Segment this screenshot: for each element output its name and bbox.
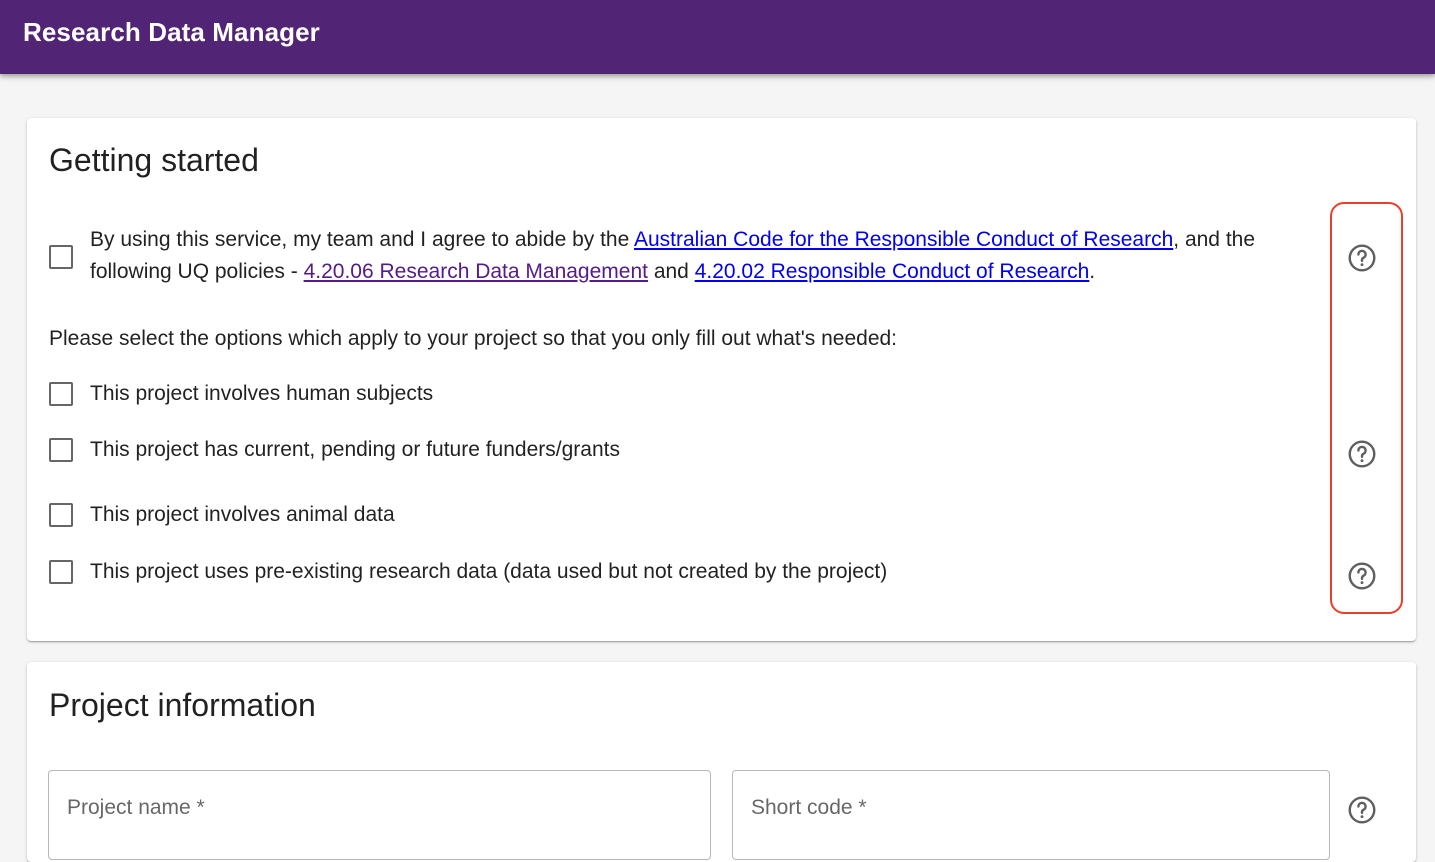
animal-data-label[interactable]: This project involves animal data (90, 499, 395, 531)
short-code-help-icon[interactable] (1346, 794, 1378, 826)
app-title: Research Data Manager (23, 17, 320, 47)
agreement-checkbox[interactable] (49, 245, 73, 269)
pre-existing-data-checkbox[interactable] (49, 560, 73, 584)
australian-code-link[interactable]: Australian Code for the Responsible Cond… (634, 228, 1173, 251)
animal-data-checkbox[interactable] (49, 503, 73, 527)
research-data-management-policy-link[interactable]: 4.20.06 Research Data Management (304, 260, 648, 283)
short-code-field[interactable] (732, 770, 1330, 860)
pre-existing-data-label[interactable]: This project uses pre-existing research … (90, 556, 887, 588)
responsible-conduct-policy-link[interactable]: 4.20.02 Responsible Conduct of Research (695, 260, 1090, 283)
funders-grants-label[interactable]: This project has current, pending or fut… (90, 434, 620, 466)
project-name-field[interactable] (48, 770, 711, 860)
agreement-text: By using this service, my team and I agr… (90, 228, 1256, 283)
human-subjects-checkbox[interactable] (49, 382, 73, 406)
options-instructions: Please select the options which apply to… (49, 327, 898, 350)
funders-grants-help-icon[interactable] (1346, 438, 1378, 470)
project-name-input[interactable] (49, 771, 710, 845)
short-code-input[interactable] (733, 771, 1329, 845)
human-subjects-label[interactable]: This project involves human subjects (90, 378, 433, 410)
pre-existing-data-help-icon[interactable] (1346, 560, 1378, 592)
app-bar: Research Data Manager (0, 0, 1435, 74)
project-information-title: Project information (49, 687, 316, 723)
funders-grants-checkbox[interactable] (49, 438, 73, 462)
getting-started-title: Getting started (49, 142, 259, 178)
agreement-help-icon[interactable] (1346, 242, 1378, 274)
getting-started-card: Getting started By using this service, m… (27, 118, 1416, 641)
project-information-card: Project information (27, 662, 1416, 862)
